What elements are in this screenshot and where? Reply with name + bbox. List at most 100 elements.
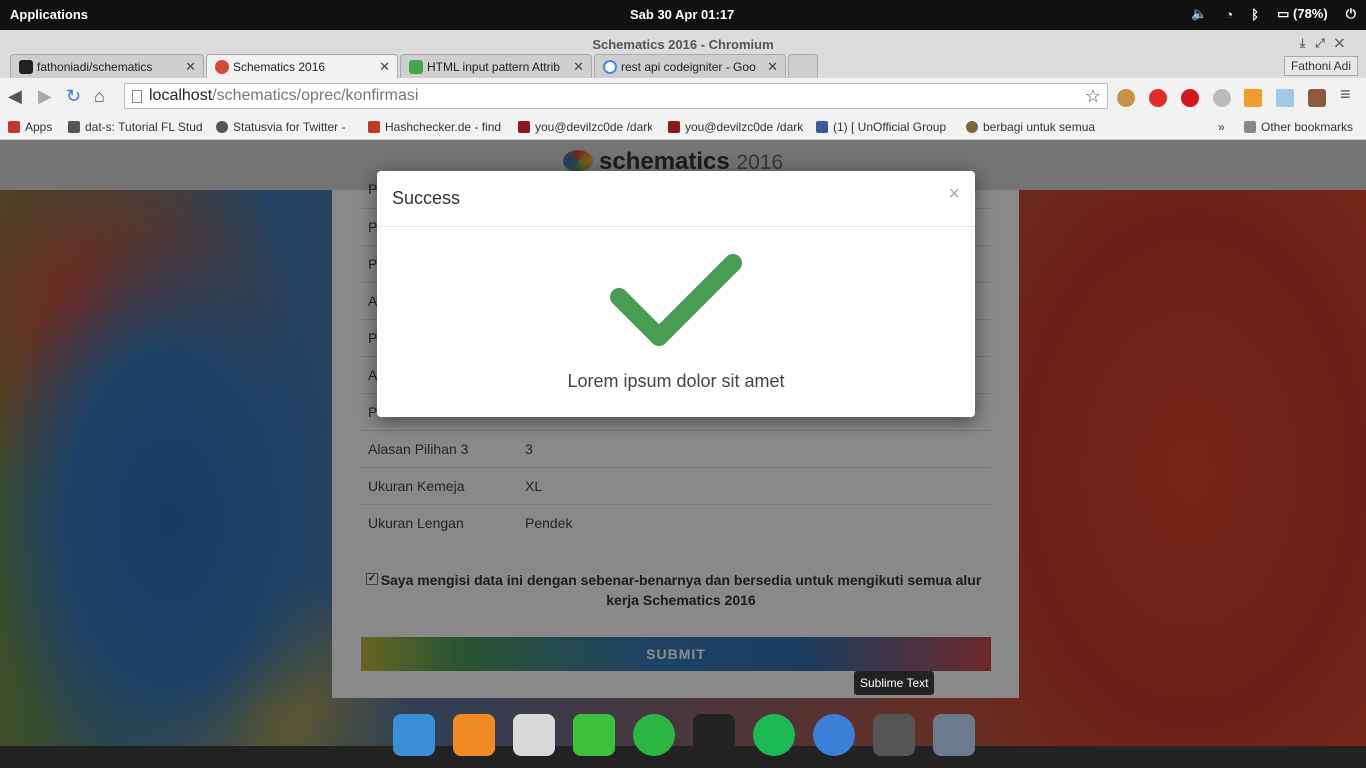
music-icon[interactable] <box>453 714 495 756</box>
bookmark-label: dat-s: Tutorial FL Stud <box>85 120 202 134</box>
close-tab-icon[interactable]: ✕ <box>379 59 390 75</box>
bookmark-label: Hashchecker.de - find <box>385 120 502 134</box>
bookmark-item[interactable]: Statusvia for Twitter - <box>216 120 350 134</box>
dock-tooltip: Sublime Text <box>854 671 935 695</box>
line-icon[interactable] <box>573 714 615 756</box>
address-bar[interactable]: localhost/schematics/oprec/konfirmasi ☆ <box>124 83 1108 109</box>
extension-circle-icon[interactable] <box>1213 89 1231 107</box>
success-modal: Success × Lorem ipsum dolor sit amet <box>377 171 975 417</box>
new-tab-button[interactable] <box>788 54 818 78</box>
bookmark-item[interactable]: you@devilzc0de /dark <box>668 120 804 134</box>
tab-html-pattern[interactable]: HTML input pattern Attrib ✕ <box>400 54 592 78</box>
sublime-text-icon[interactable] <box>873 714 915 756</box>
bookmark-favicon-icon <box>216 121 228 133</box>
checkmark-icon <box>610 254 742 346</box>
terminal-icon[interactable] <box>693 714 735 756</box>
modal-title: Success <box>392 188 461 208</box>
close-window-icon[interactable]: ✕ <box>1335 36 1354 50</box>
google-icon <box>603 60 617 74</box>
bookmarks-overflow-icon[interactable]: » <box>1218 120 1225 134</box>
close-tab-icon[interactable]: ✕ <box>767 59 778 75</box>
system-tray: 🔈 ◔ ᛒ ▭ (78%) ⏻ <box>1191 6 1356 22</box>
window-titlebar: Schematics 2016 - Chromium ⤓⤢✕ <box>0 30 1366 57</box>
bookmark-favicon-icon <box>368 121 380 133</box>
bookmark-label: Statusvia for Twitter - <box>233 120 346 134</box>
tab-label: rest api codeigniter - Goo <box>621 60 756 74</box>
bookmark-item[interactable]: (1) [ UnOfficial Group <box>816 120 952 134</box>
whatsapp-icon[interactable] <box>633 714 675 756</box>
bookmark-item[interactable]: berbagi untuk semua <box>966 120 1102 134</box>
url-path: /schematics/oprec/konfirmasi <box>212 87 419 104</box>
workspace-icon[interactable] <box>393 714 435 756</box>
dock <box>385 708 980 768</box>
applications-menu[interactable]: Applications <box>10 7 88 22</box>
forward-icon[interactable]: ▶ <box>38 86 52 107</box>
opera-extension-icon[interactable] <box>1149 89 1167 107</box>
modal-header: Success × <box>377 171 975 227</box>
cookie-extension-icon[interactable] <box>1117 89 1135 107</box>
tab-google-search[interactable]: rest api codeigniter - Goo ✕ <box>594 54 786 78</box>
bookmark-label: you@devilzc0de /dark <box>535 120 652 134</box>
bookmark-apps[interactable]: Apps <box>8 120 62 134</box>
facebook-icon <box>816 121 828 133</box>
battery-indicator[interactable]: ▭ (78%) <box>1277 6 1328 22</box>
github-icon <box>19 60 33 74</box>
top-panel: Applications Sab 30 Apr 01:17 🔈 ◔ ᛒ ▭ (7… <box>0 0 1366 30</box>
rss-icon[interactable] <box>1244 89 1262 107</box>
battery-percent: (78%) <box>1293 6 1328 21</box>
volume-icon[interactable]: 🔈 <box>1191 6 1207 22</box>
page-icon <box>132 90 142 103</box>
folder-icon <box>1244 121 1256 133</box>
restore-icon[interactable]: ⤢ <box>1315 36 1335 50</box>
window-controls: ⤓⤢✕ <box>1300 36 1354 51</box>
tab-strip: fathoniadi/schematics ✕ Schematics 2016 ✕ … <box>0 54 1366 78</box>
schematics-favicon-icon <box>215 60 229 74</box>
home-folder-icon[interactable] <box>513 714 555 756</box>
minimize-icon[interactable]: ⤓ <box>1300 36 1315 50</box>
bluetooth-icon[interactable]: ᛒ <box>1251 7 1259 22</box>
close-tab-icon[interactable]: ✕ <box>185 59 196 75</box>
bookmark-star-icon[interactable]: ☆ <box>1085 86 1101 107</box>
tab-label: Schematics 2016 <box>233 60 326 74</box>
bookmark-label: berbagi untuk semua <box>983 120 1096 134</box>
chromium-icon[interactable] <box>813 714 855 756</box>
bookmark-favicon-icon <box>68 121 80 133</box>
bookmark-item[interactable]: Hashchecker.de - find <box>368 120 502 134</box>
wifi-icon[interactable]: ◔ <box>1225 7 1233 22</box>
instagram-icon[interactable] <box>1308 89 1326 107</box>
browser-toolbar: ◀ ▶ ↻ ⌂ localhost/schematics/oprec/konfi… <box>0 78 1366 116</box>
back-icon[interactable]: ◀ <box>8 86 22 107</box>
w3schools-icon <box>409 60 423 74</box>
browser-window: Schematics 2016 - Chromium ⤓⤢✕ fathoniad… <box>0 30 1366 140</box>
bookmark-label: (1) [ UnOfficial Group <box>833 120 947 134</box>
bookmark-item[interactable]: dat-s: Tutorial FL Stud <box>68 120 202 134</box>
profile-button[interactable]: Fathoni Adi <box>1283 56 1358 76</box>
apps-grid-icon <box>8 121 20 133</box>
weather-icon[interactable] <box>1276 89 1294 107</box>
url-host: localhost <box>149 87 213 104</box>
bookmark-item[interactable]: you@devilzc0de /dark <box>518 120 652 134</box>
close-icon[interactable]: × <box>948 183 960 206</box>
bookmark-label: Apps <box>25 120 53 134</box>
bookmark-label: you@devilzc0de /dark <box>685 120 804 134</box>
bookmark-favicon-icon <box>668 121 680 133</box>
reload-icon[interactable]: ↻ <box>66 86 81 107</box>
menu-icon[interactable]: ≡ <box>1340 84 1351 105</box>
other-bookmarks[interactable]: Other bookmarks <box>1244 120 1353 134</box>
modal-message: Lorem ipsum dolor sit amet <box>567 371 785 391</box>
close-tab-icon[interactable]: ✕ <box>573 59 584 75</box>
bookmarks-bar: Apps dat-s: Tutorial FL Stud Statusvia f… <box>0 116 1366 140</box>
adblock-icon[interactable] <box>1181 89 1199 107</box>
spotify-icon[interactable] <box>753 714 795 756</box>
tab-github[interactable]: fathoniadi/schematics ✕ <box>10 54 204 78</box>
settings-icon[interactable] <box>933 714 975 756</box>
other-bookmarks-label: Other bookmarks <box>1261 120 1354 134</box>
clock[interactable]: Sab 30 Apr 01:17 <box>630 7 734 22</box>
home-icon[interactable]: ⌂ <box>94 86 105 107</box>
bookmark-favicon-icon <box>966 121 978 133</box>
tab-schematics[interactable]: Schematics 2016 ✕ <box>206 54 398 78</box>
page-viewport: schematics 2016 P P P A P A P Alasan Pil… <box>0 140 1366 746</box>
battery-icon: ▭ <box>1277 6 1290 21</box>
power-icon[interactable]: ⏻ <box>1346 6 1356 22</box>
tab-label: HTML input pattern Attrib <box>427 60 560 74</box>
